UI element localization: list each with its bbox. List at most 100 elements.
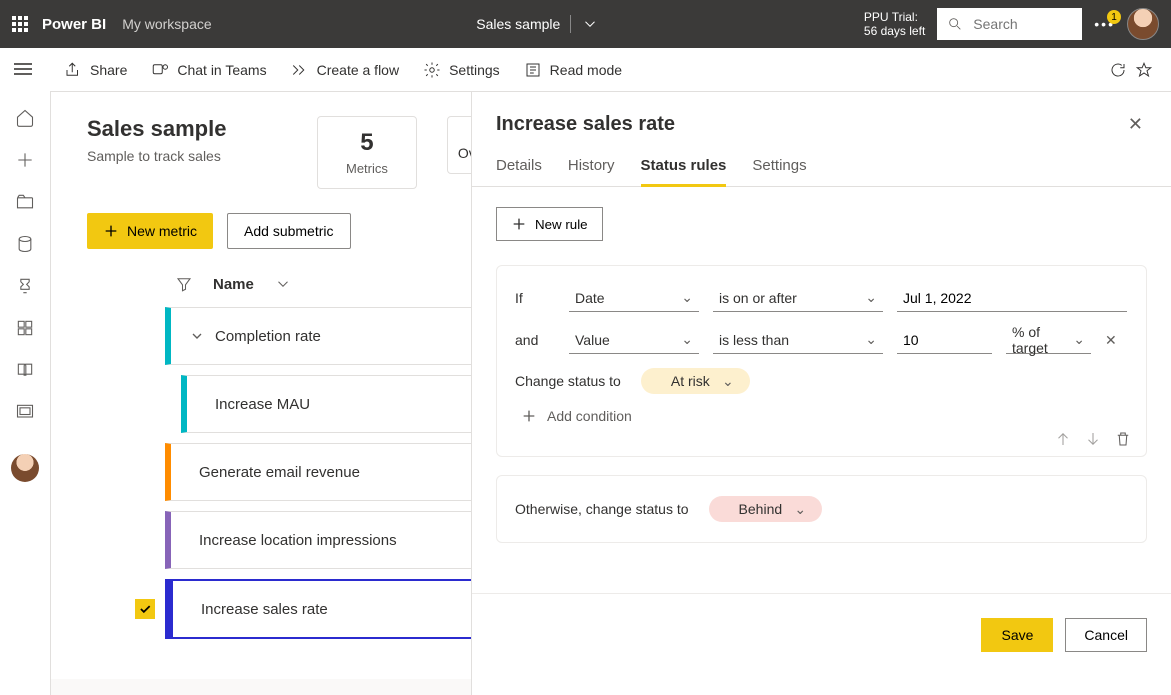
panel-title: Increase sales rate — [496, 113, 675, 136]
unit-value: % of target — [1012, 324, 1073, 356]
chevron-down-icon[interactable] — [274, 275, 292, 293]
field-value: Value — [575, 332, 610, 348]
date-input[interactable] — [897, 284, 1127, 312]
delete-icon[interactable] — [1114, 430, 1132, 448]
chat-button[interactable]: Chat in Teams — [141, 55, 276, 85]
metric-name: Increase sales rate — [201, 601, 328, 618]
scorecard-title: Sales sample — [87, 116, 287, 142]
remove-condition-icon[interactable]: ✕ — [1105, 332, 1117, 349]
tab-details[interactable]: Details — [496, 157, 542, 186]
share-icon — [64, 61, 82, 79]
chevron-down-icon[interactable] — [189, 328, 205, 344]
brand-label: Power BI — [42, 16, 106, 33]
metrics-count-card[interactable]: 5 Metrics — [317, 116, 417, 189]
checkmark-icon[interactable] — [135, 599, 155, 619]
new-metric-label: New metric — [127, 223, 197, 239]
plus-icon — [511, 216, 527, 232]
flow-label: Create a flow — [317, 62, 399, 78]
value-input[interactable] — [897, 326, 992, 354]
field-select[interactable]: Value⌄ — [569, 326, 699, 354]
data-hub-icon[interactable] — [15, 234, 35, 254]
more-options[interactable]: ••• 1 — [1094, 16, 1115, 32]
new-rule-button[interactable]: New rule — [496, 207, 603, 241]
metric-name: Increase location impressions — [199, 532, 397, 549]
flow-icon — [291, 61, 309, 79]
notification-badge: 1 — [1107, 10, 1121, 24]
metrics-count-label: Metrics — [346, 161, 388, 176]
chevron-down-icon[interactable] — [581, 15, 599, 33]
add-condition-label: Add condition — [547, 408, 632, 424]
trial-status[interactable]: PPU Trial: 56 days left — [864, 10, 925, 39]
and-label: and — [515, 332, 555, 348]
metric-name: Completion rate — [215, 328, 321, 345]
field-value: Date — [575, 290, 605, 306]
details-panel: Increase sales rate ✕ Details History St… — [471, 92, 1171, 695]
user-avatar[interactable] — [1127, 8, 1159, 40]
operator-value: is on or after — [719, 290, 797, 306]
otherwise-card: Otherwise, change status to Behind ⌄ — [496, 475, 1147, 543]
status-select-behind[interactable]: Behind ⌄ — [709, 496, 823, 522]
rule-card: If Date⌄ is on or after⌄ and Value⌄ is l… — [496, 265, 1147, 457]
browse-icon[interactable] — [15, 192, 35, 212]
chat-label: Chat in Teams — [177, 62, 266, 78]
status-select-atrisk[interactable]: At risk ⌄ — [641, 368, 750, 394]
cancel-button[interactable]: Cancel — [1065, 618, 1147, 652]
app-launcher-icon[interactable] — [12, 16, 28, 32]
new-rule-label: New rule — [535, 217, 588, 232]
refresh-icon[interactable] — [1109, 61, 1127, 79]
favorite-icon[interactable] — [1135, 61, 1153, 79]
plus-icon — [521, 408, 537, 424]
move-down-icon[interactable] — [1084, 430, 1102, 448]
flow-button[interactable]: Create a flow — [281, 55, 409, 85]
search-input[interactable] — [971, 15, 1061, 33]
search-box[interactable] — [937, 8, 1082, 40]
name-column-label[interactable]: Name — [213, 276, 254, 293]
add-icon[interactable] — [15, 150, 35, 170]
close-icon[interactable]: ✕ — [1124, 110, 1147, 139]
apps-icon[interactable] — [15, 318, 35, 338]
share-label: Share — [90, 62, 127, 78]
metrics-count: 5 — [346, 129, 388, 157]
scorecard-subtitle: Sample to track sales — [87, 148, 287, 164]
tab-status-rules[interactable]: Status rules — [641, 157, 727, 187]
nav-toggle[interactable] — [14, 60, 32, 78]
home-icon[interactable] — [15, 108, 35, 128]
tab-settings[interactable]: Settings — [752, 157, 806, 186]
save-button[interactable]: Save — [981, 618, 1053, 652]
operator-select[interactable]: is less than⌄ — [713, 326, 883, 354]
add-condition-button[interactable]: Add condition — [521, 408, 1138, 424]
teams-icon — [151, 61, 169, 79]
workspace-avatar[interactable] — [11, 454, 39, 482]
report-toolbar: Share Chat in Teams Create a flow Settin… — [50, 48, 1171, 92]
trial-line1: PPU Trial: — [864, 10, 925, 24]
share-button[interactable]: Share — [54, 55, 137, 85]
panel-tabs: Details History Status rules Settings — [472, 139, 1171, 187]
settings-button[interactable]: Settings — [413, 55, 510, 85]
if-label: If — [515, 290, 555, 306]
operator-select[interactable]: is on or after⌄ — [713, 284, 883, 312]
plus-icon — [103, 223, 119, 239]
learn-icon[interactable] — [15, 360, 35, 380]
add-submetric-button[interactable]: Add submetric — [227, 213, 350, 249]
field-select[interactable]: Date⌄ — [569, 284, 699, 312]
unit-select[interactable]: % of target⌄ — [1006, 326, 1091, 354]
workspaces-icon[interactable] — [15, 402, 35, 422]
change-status-label: Change status to — [515, 373, 621, 389]
filter-icon[interactable] — [175, 275, 193, 293]
search-icon — [947, 16, 963, 32]
goals-icon[interactable] — [15, 276, 35, 296]
metric-name: Generate email revenue — [199, 464, 360, 481]
tab-history[interactable]: History — [568, 157, 615, 186]
trial-line2: 56 days left — [864, 24, 925, 38]
nav-rail — [0, 92, 50, 695]
workspace-name[interactable]: My workspace — [122, 16, 211, 32]
otherwise-label: Otherwise, change status to — [515, 501, 689, 517]
read-mode-button[interactable]: Read mode — [514, 55, 632, 85]
new-metric-button[interactable]: New metric — [87, 213, 213, 249]
metric-name: Increase MAU — [215, 396, 310, 413]
move-up-icon[interactable] — [1054, 430, 1072, 448]
report-title[interactable]: Sales sample — [476, 16, 560, 32]
gear-icon — [423, 61, 441, 79]
status-value: Behind — [739, 501, 783, 517]
status-value: At risk — [671, 373, 710, 389]
